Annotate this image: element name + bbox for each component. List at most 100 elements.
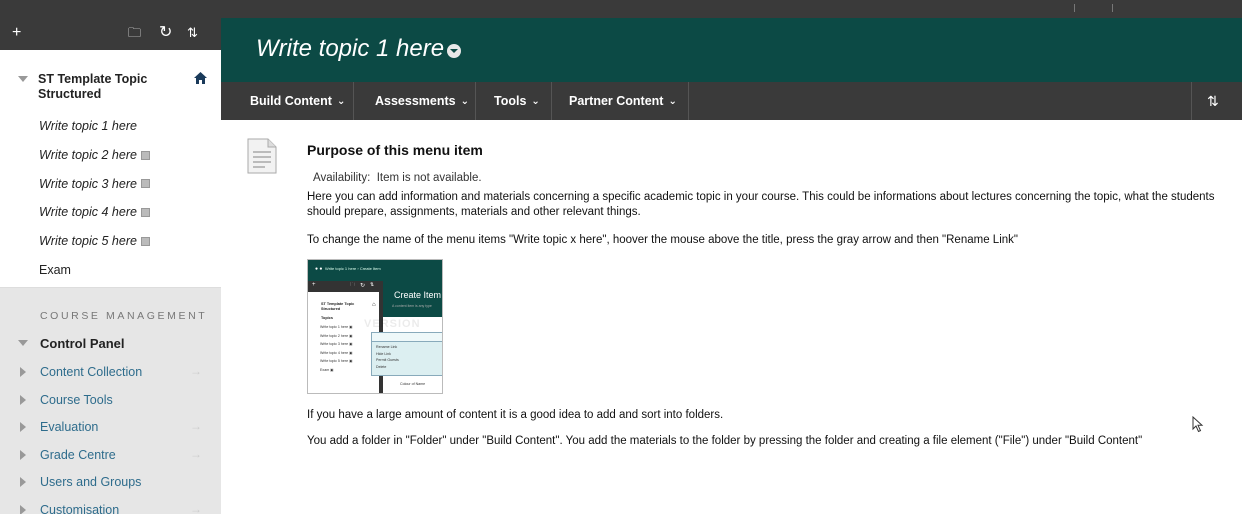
arrow-right-icon[interactable]: →: [190, 447, 202, 461]
control-panel-item[interactable]: Users and Groups: [0, 468, 221, 496]
expand-triangle-icon[interactable]: [20, 504, 26, 514]
partner-content-button[interactable]: Partner Content ⌄: [569, 82, 677, 120]
chevron-down-icon: ⌄: [668, 95, 677, 107]
thumb-menu-item: Write topic 2 here ▣: [320, 333, 353, 338]
content-description: Here you can add information and materia…: [307, 191, 1215, 218]
sidebar-menu-item-label: Write topic 5 here: [39, 234, 137, 249]
sidebar-menu-item[interactable]: Write topic 4 here: [0, 198, 221, 227]
control-panel-item-label: Users and Groups: [40, 475, 142, 489]
content-description: To change the name of the menu items "Wr…: [307, 234, 1018, 246]
thumb-context-menu-item: Permit Guests: [376, 358, 399, 362]
thumb-menu-item: Write topic 1 here ▣: [320, 325, 353, 329]
sort-icon[interactable]: ⇅: [1207, 93, 1219, 110]
arrow-right-icon[interactable]: →: [190, 419, 202, 433]
chevron-down-icon: ⌄: [460, 95, 469, 107]
action-divider: [551, 82, 552, 120]
sidebar-menu-item[interactable]: Exam: [0, 255, 221, 284]
sidebar-menu-item[interactable]: Write topic 3 here: [0, 169, 221, 198]
tools-button[interactable]: Tools ⌄: [494, 82, 540, 120]
control-panel-item-label: Grade Centre: [40, 447, 116, 462]
thumb-breadcrumb: Write topic 1 here › Create Item: [325, 266, 381, 271]
control-panel-item[interactable]: Course Tools: [0, 386, 221, 414]
thumb-refresh-icon: ↻: [360, 283, 366, 289]
control-panel-item-label: Customisation: [40, 502, 120, 514]
page-title: Write topic 1 here: [256, 35, 445, 62]
thumb-home-icon: ⌂: [372, 302, 376, 308]
top-separator: [1112, 4, 1113, 12]
sort-icon[interactable]: ⇅: [187, 23, 198, 43]
course-title[interactable]: ST Template Topic Structured: [38, 72, 168, 102]
expand-triangle-icon[interactable]: [20, 394, 26, 405]
expand-triangle-icon[interactable]: [20, 449, 26, 460]
expand-triangle-icon[interactable]: [20, 422, 26, 432]
sidebar-menu-item-label: Write topic 1 here: [39, 119, 137, 134]
build-content-label: Build Content: [250, 94, 332, 108]
course-header: ST Template Topic Structured Write topic…: [0, 50, 221, 284]
expand-triangle-icon[interactable]: [20, 477, 26, 487]
control-panel-item-label: Course Tools: [40, 392, 113, 407]
thumb-create-item-title: Create Item: [394, 290, 442, 300]
document-item-icon: [247, 138, 277, 174]
thumb-menu-item: Write topic 4 here ▣: [320, 350, 353, 355]
control-panel-header[interactable]: Control Panel: [0, 332, 221, 354]
control-panel-item[interactable]: Customisation →: [0, 496, 221, 514]
thumb-folder-icon: 🗀: [350, 282, 356, 288]
page-title-wrap: Write topic 1 here: [256, 35, 462, 63]
hidden-from-students-icon: [140, 179, 150, 189]
thumb-context-menu-header: [372, 333, 442, 342]
embedded-screenshot: ● ● Write topic 1 here › Create Item + 🗀…: [307, 259, 443, 394]
control-panel-item[interactable]: Content Collection →: [0, 358, 221, 386]
thumb-course-title: ST Template Topic Structured: [321, 302, 355, 311]
hidden-from-students-icon: [140, 236, 150, 246]
course-menu-list: Write topic 1 here Write topic 2 here Writ…: [0, 112, 221, 284]
expand-triangle-icon[interactable]: [20, 367, 26, 377]
availability-label: Availability:: [313, 172, 371, 184]
action-bar: Build Content ⌄ Assessments ⌄ Tools ⌄ Partn…: [221, 82, 1242, 120]
title-dropdown-icon[interactable]: [447, 44, 462, 58]
top-strip: [0, 0, 1242, 18]
thumb-menu-item: Write topic 3 here ▣: [320, 342, 353, 346]
action-divider: [353, 82, 354, 120]
course-menu-sidebar: + 🗀 ↻ ⇅ ST Template Topic Structured Wri…: [0, 18, 221, 514]
build-content-button[interactable]: Build Content ⌄: [250, 82, 345, 120]
collapse-triangle-icon[interactable]: [18, 340, 28, 346]
control-panel-label: Control Panel: [40, 336, 125, 351]
availability-status: Availability: Item is not available.: [313, 172, 482, 184]
hidden-from-students-icon: [140, 150, 150, 160]
sidebar-menu-item-label: Write topic 3 here: [39, 176, 137, 191]
folder-view-icon[interactable]: 🗀: [128, 23, 141, 43]
thumb-sidebar-toolbar: + 🗀 ↻ ⇅: [308, 281, 379, 292]
add-menu-item-icon[interactable]: +: [12, 23, 21, 43]
sidebar-menu-item[interactable]: Write topic 1 here: [0, 112, 221, 141]
sidebar-menu-item-label: Write topic 4 here: [39, 205, 137, 220]
arrow-right-icon[interactable]: →: [190, 502, 202, 514]
partner-content-label: Partner Content: [569, 94, 664, 108]
control-panel-item[interactable]: Evaluation →: [0, 413, 221, 441]
chevron-down-icon: ⌄: [531, 95, 540, 107]
collapse-triangle-icon[interactable]: [18, 76, 28, 82]
availability-value: Item is not available.: [376, 172, 482, 184]
thumb-create-item-subtitle: A content item is any type: [392, 304, 432, 308]
sidebar-menu-item-label: Exam: [39, 262, 71, 277]
refresh-icon[interactable]: ↻: [159, 23, 172, 43]
content-item-title[interactable]: Purpose of this menu item: [307, 142, 483, 158]
action-divider: [1191, 82, 1192, 120]
content-description: You add a folder in "Folder" under "Buil…: [307, 435, 1143, 447]
control-panel-item[interactable]: Grade Centre →: [0, 441, 221, 469]
thumb-add-icon: +: [312, 282, 316, 288]
home-icon[interactable]: [194, 72, 207, 84]
assessments-button[interactable]: Assessments ⌄: [375, 82, 469, 120]
sidebar-menu-item[interactable]: Write topic 5 here: [0, 227, 221, 256]
sidebar-toolbar: + 🗀 ↻ ⇅: [0, 18, 221, 50]
thumb-context-menu: Rename Link Hide Link Permit Guests Delete: [371, 332, 442, 376]
thumb-menu-item: Write topic 5 here ▣: [320, 359, 353, 363]
sidebar-menu-item-label: Write topic 2 here: [39, 148, 137, 163]
control-panel-item-label: Content Collection: [40, 365, 143, 379]
action-divider: [475, 82, 476, 120]
content-description: If you have a large amount of content it…: [307, 409, 724, 421]
tools-label: Tools: [494, 94, 527, 108]
thumb-menu-item: Exam ▣: [320, 367, 334, 372]
thumb-watermark: VERSION: [364, 318, 421, 330]
arrow-right-icon[interactable]: →: [190, 364, 202, 378]
sidebar-menu-item[interactable]: Write topic 2 here: [0, 141, 221, 170]
